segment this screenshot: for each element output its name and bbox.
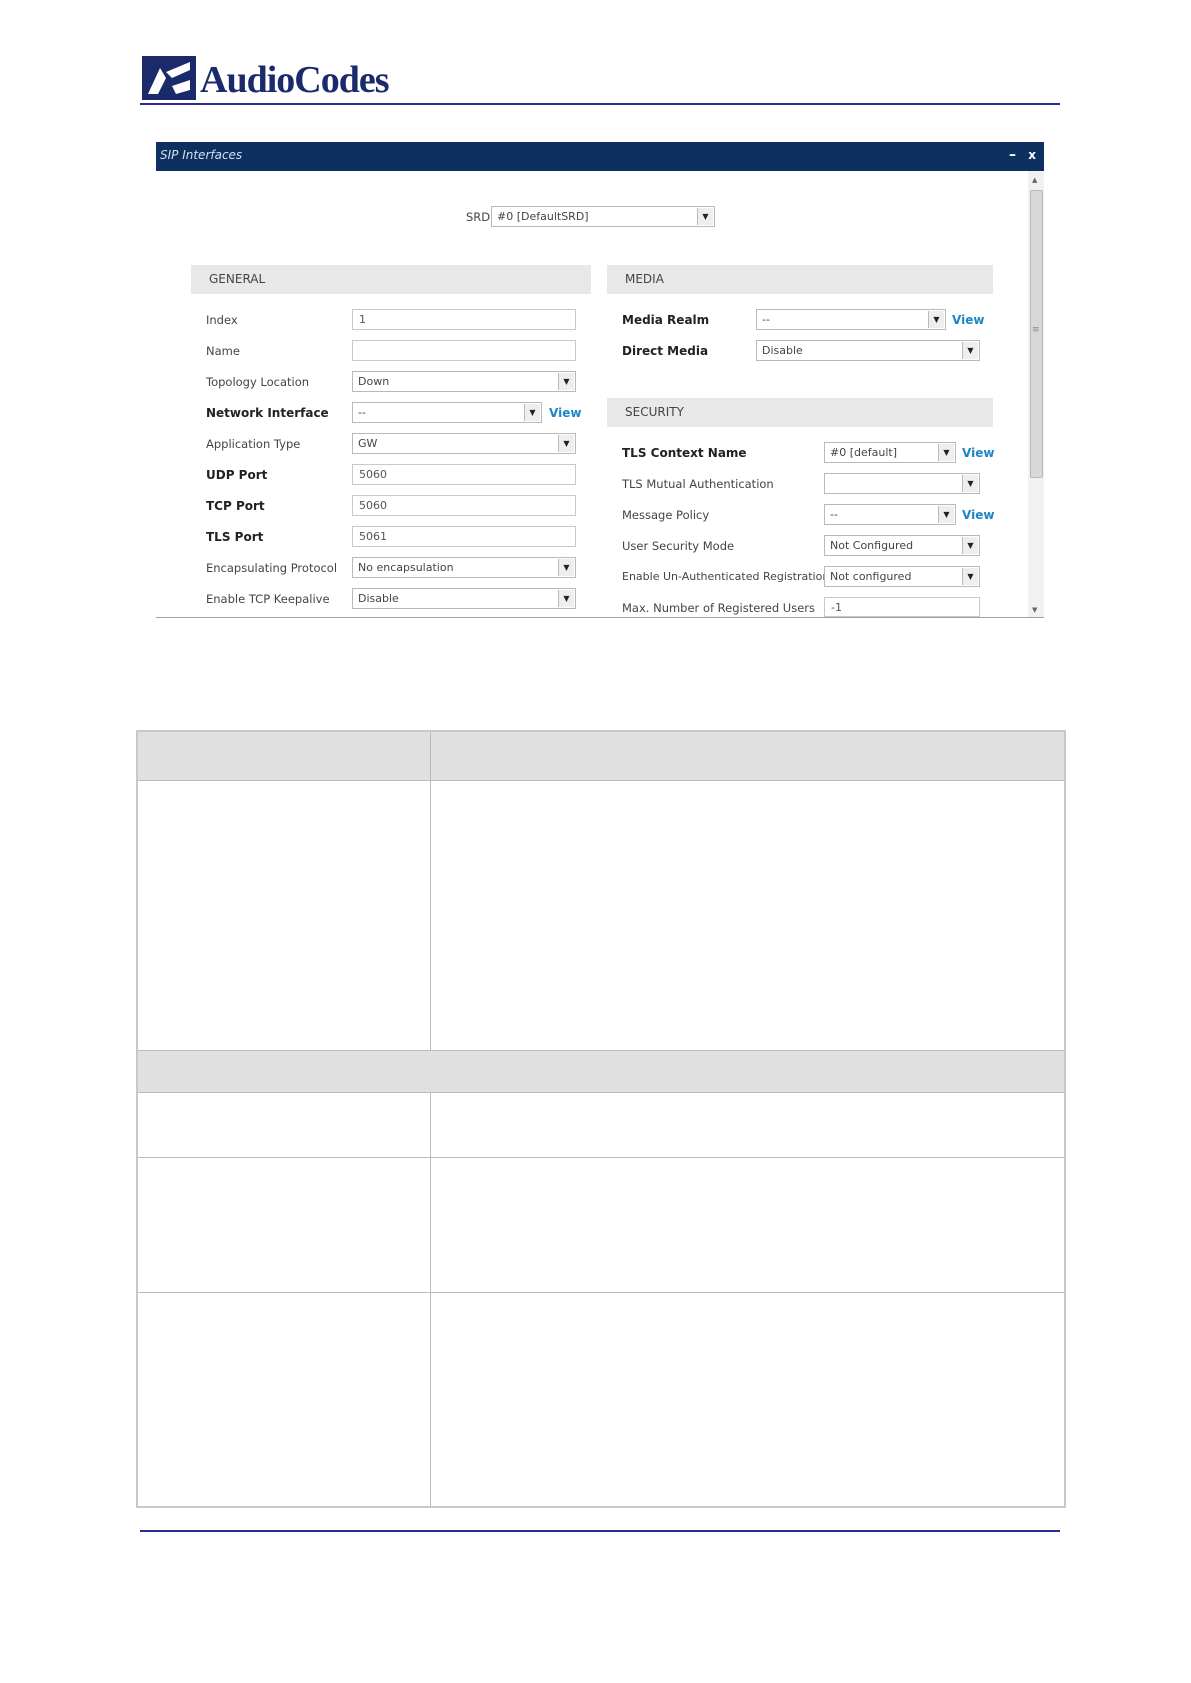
encapsulating-protocol-select[interactable]: No encapsulation ▼ xyxy=(352,557,576,578)
media-realm-select[interactable]: -- ▼ xyxy=(756,309,946,330)
dialog-titlebar: SIP Interfaces – x xyxy=(156,142,1044,171)
scroll-down-icon[interactable]: ▼ xyxy=(1032,606,1037,614)
sip-interfaces-dialog: SIP Interfaces – x SRD #0 [DefaultSRD] ▼… xyxy=(156,142,1044,618)
chevron-down-icon: ▼ xyxy=(558,373,574,390)
general-section-header: GENERAL xyxy=(191,265,591,294)
network-interface-select[interactable]: -- ▼ xyxy=(352,402,542,423)
media-realm-view-link[interactable]: View xyxy=(952,313,984,327)
application-type-value: GW xyxy=(358,437,378,450)
application-type-label: Application Type xyxy=(206,437,301,451)
chevron-down-icon: ▼ xyxy=(558,590,574,607)
grip-icon: ≡ xyxy=(1032,325,1040,335)
row-divider xyxy=(138,1292,1064,1293)
column-divider xyxy=(430,1092,431,1506)
header-rule xyxy=(140,103,1060,105)
tls-mutual-auth-label: TLS Mutual Authentication xyxy=(622,477,774,491)
max-registered-users-input[interactable]: -1 xyxy=(824,597,980,617)
row-divider xyxy=(138,1092,1064,1093)
chevron-down-icon: ▼ xyxy=(962,475,978,492)
tls-port-label: TLS Port xyxy=(206,530,264,544)
logo-mark-icon xyxy=(142,56,196,100)
row-divider xyxy=(138,780,1064,781)
encapsulating-protocol-value: No encapsulation xyxy=(358,561,454,574)
tcp-keepalive-value: Disable xyxy=(358,592,399,605)
chevron-down-icon: ▼ xyxy=(697,208,713,225)
srd-select[interactable]: #0 [DefaultSRD] ▼ xyxy=(491,206,715,227)
direct-media-value: Disable xyxy=(762,344,803,357)
tls-context-value: #0 [default] xyxy=(830,446,897,459)
name-label: Name xyxy=(206,344,240,358)
udp-port-label: UDP Port xyxy=(206,468,268,482)
chevron-down-icon: ▼ xyxy=(524,404,540,421)
table-header-row xyxy=(138,732,1064,780)
audiocodes-logo: AudioCodes xyxy=(142,56,402,101)
topology-location-select[interactable]: Down ▼ xyxy=(352,371,576,392)
chevron-down-icon: ▼ xyxy=(558,435,574,452)
direct-media-select[interactable]: Disable ▼ xyxy=(756,340,980,361)
parameter-table xyxy=(136,730,1066,1508)
user-security-mode-label: User Security Mode xyxy=(622,539,735,553)
index-input[interactable]: 1 xyxy=(352,309,576,330)
network-interface-label: Network Interface xyxy=(206,406,329,420)
scroll-up-icon[interactable]: ▲ xyxy=(1032,176,1037,184)
application-type-select[interactable]: GW ▼ xyxy=(352,433,576,454)
user-security-mode-select[interactable]: Not Configured ▼ xyxy=(824,535,980,556)
message-policy-value: -- xyxy=(830,508,838,521)
chevron-down-icon: ▼ xyxy=(962,342,978,359)
chevron-down-icon: ▼ xyxy=(938,506,954,523)
footer-rule xyxy=(140,1530,1060,1532)
tls-context-label: TLS Context Name xyxy=(622,446,747,460)
tls-mutual-auth-select[interactable]: ▼ xyxy=(824,473,980,494)
topology-location-label: Topology Location xyxy=(206,375,310,389)
tcp-keepalive-select[interactable]: Disable ▼ xyxy=(352,588,576,609)
tcp-port-label: TCP Port xyxy=(206,499,265,513)
dialog-scrollbar[interactable]: ▲ ≡ ▼ xyxy=(1028,171,1044,617)
tls-context-select[interactable]: #0 [default] ▼ xyxy=(824,442,956,463)
media-section-header: MEDIA xyxy=(607,265,993,294)
srd-value: #0 [DefaultSRD] xyxy=(497,210,589,223)
network-interface-view-link[interactable]: View xyxy=(549,406,581,420)
max-registered-users-label: Max. Number of Registered Users xyxy=(622,601,816,615)
tls-context-view-link[interactable]: View xyxy=(962,446,994,460)
media-realm-label: Media Realm xyxy=(622,313,710,327)
tcp-keepalive-label: Enable TCP Keepalive xyxy=(206,592,330,606)
chevron-down-icon: ▼ xyxy=(558,559,574,576)
message-policy-view-link[interactable]: View xyxy=(962,508,994,522)
security-section-header: SECURITY xyxy=(607,398,993,427)
unauth-registrations-select[interactable]: Not configured ▼ xyxy=(824,566,980,587)
unauth-registrations-value: Not configured xyxy=(830,570,912,583)
dialog-title: SIP Interfaces xyxy=(160,148,243,162)
chevron-down-icon: ▼ xyxy=(938,444,954,461)
chevron-down-icon: ▼ xyxy=(962,568,978,585)
scroll-thumb[interactable]: ≡ xyxy=(1030,190,1043,478)
brand-name: AudioCodes xyxy=(200,59,389,101)
network-interface-value: -- xyxy=(358,406,366,419)
dialog-bottom-border xyxy=(156,617,1044,618)
table-group-row xyxy=(138,1051,1064,1092)
tls-port-input[interactable]: 5061 xyxy=(352,526,576,547)
close-button[interactable]: x xyxy=(1028,148,1036,162)
unauth-registrations-label: Enable Un-Authenticated Registrations xyxy=(622,570,836,583)
encapsulating-protocol-label: Encapsulating Protocol xyxy=(206,561,338,575)
row-divider xyxy=(138,1050,1064,1051)
srd-label: SRD xyxy=(466,210,491,224)
tcp-port-input[interactable]: 5060 xyxy=(352,495,576,516)
message-policy-label: Message Policy xyxy=(622,508,710,522)
topology-location-value: Down xyxy=(358,375,390,388)
minimize-button[interactable]: – xyxy=(1009,147,1016,163)
udp-port-input[interactable]: 5060 xyxy=(352,464,576,485)
name-input[interactable] xyxy=(352,340,576,361)
message-policy-select[interactable]: -- ▼ xyxy=(824,504,956,525)
direct-media-label: Direct Media xyxy=(622,344,709,358)
chevron-down-icon: ▼ xyxy=(928,311,944,328)
chevron-down-icon: ▼ xyxy=(962,537,978,554)
media-realm-value: -- xyxy=(762,313,770,326)
index-label: Index xyxy=(206,313,238,327)
user-security-mode-value: Not Configured xyxy=(830,539,914,552)
row-divider xyxy=(138,1157,1064,1158)
